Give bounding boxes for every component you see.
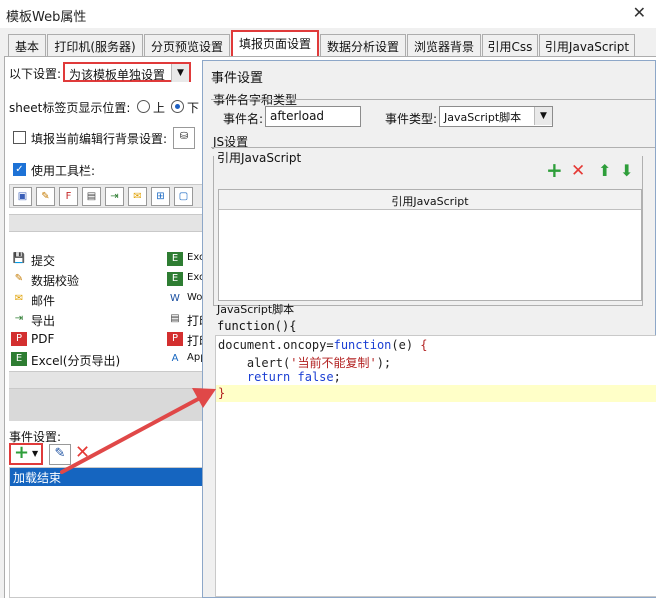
annotation-arrow bbox=[60, 388, 216, 474]
